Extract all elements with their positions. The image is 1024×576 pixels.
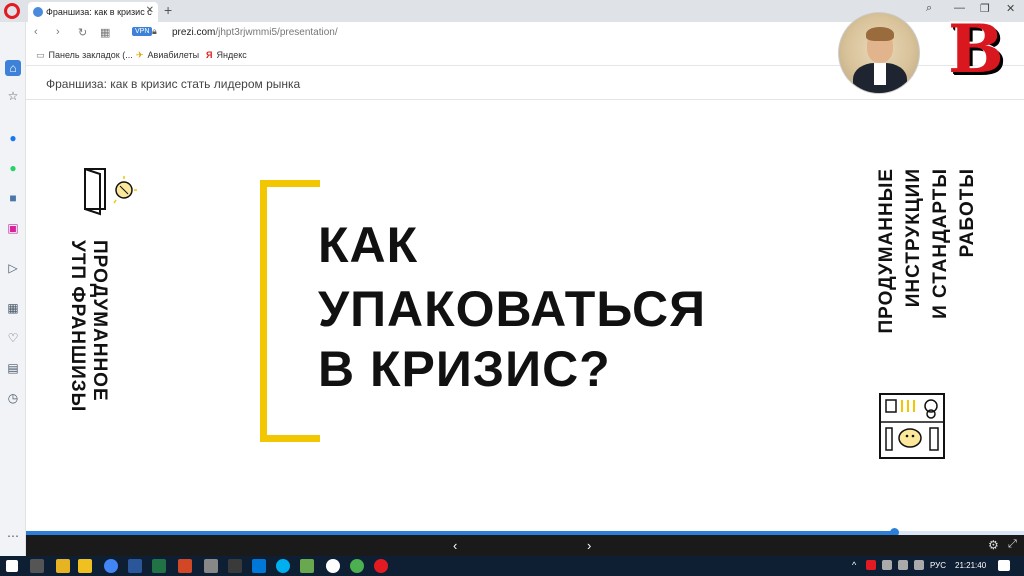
cloud-app-icon[interactable]	[326, 559, 340, 573]
next-slide-button[interactable]: ›	[587, 538, 591, 553]
bookmark-item[interactable]: ✈ Авиабилеты	[136, 50, 199, 61]
search-icon[interactable]: ⌕	[926, 2, 932, 15]
yandex-icon: Я	[206, 50, 213, 60]
url-field[interactable]: prezi.com/jhpt3rjwmmi5/presentation/	[172, 27, 338, 38]
left-caption: ПРОДУМАННОЕ УТП ФРАНШИЗЫ	[67, 240, 128, 455]
history-icon[interactable]: ◷	[5, 390, 21, 406]
chrome-icon[interactable]	[104, 559, 118, 573]
left-caption-line-2: УТП ФРАНШИЗЫ	[67, 240, 88, 413]
word-icon[interactable]	[128, 559, 142, 573]
start-windows-icon[interactable]	[6, 560, 18, 572]
url-host: prezi.com	[172, 27, 216, 38]
presenter-shirt	[874, 63, 886, 85]
file-explorer-icon[interactable]	[56, 559, 70, 573]
franchise-door-icon	[84, 168, 137, 216]
presentation-title: Франшиза: как в кризис стать лидером рын…	[46, 77, 301, 91]
vk-icon[interactable]: ■	[5, 190, 21, 206]
instagram-icon[interactable]: ▣	[5, 220, 21, 236]
presenter-hair	[866, 27, 894, 41]
bookmark-item[interactable]: ▭ Панель закладок (...	[36, 50, 133, 61]
taskbar-app-icon[interactable]	[350, 559, 364, 573]
settings-gear-icon[interactable]: ⚙	[988, 538, 999, 552]
browser-tab[interactable]: Франшиза: как в кризис с ✕	[28, 2, 158, 22]
keyboard-language[interactable]: РУС	[930, 561, 946, 570]
tab-title: Франшиза: как в кризис с	[46, 7, 152, 17]
skype-icon[interactable]	[276, 559, 290, 573]
news-icon[interactable]: ▤	[5, 360, 21, 376]
vpn-badge[interactable]: VPN	[132, 27, 153, 36]
prezi-favicon-icon	[33, 7, 43, 17]
windows-taskbar: ^ РУС 21:21:40	[0, 556, 1024, 576]
whatsapp-icon[interactable]: ●	[5, 160, 21, 176]
network-icon[interactable]	[898, 560, 908, 570]
brand-logo: B	[948, 10, 1004, 88]
messenger-icon[interactable]: ●	[5, 130, 21, 146]
yellow-bracket	[260, 180, 320, 442]
calculator-icon[interactable]	[204, 559, 218, 573]
powerpoint-icon[interactable]	[178, 559, 192, 573]
reload-icon[interactable]: ↻	[78, 26, 87, 39]
url-path: /jhpt3rjwmmi5/presentation/	[215, 27, 338, 38]
clock[interactable]: 21:21:40	[955, 561, 986, 570]
heart-icon[interactable]: ♡	[5, 330, 21, 346]
new-tab-button[interactable]: +	[164, 2, 172, 18]
opera-logo-icon[interactable]	[4, 3, 20, 19]
taskbar-app-icon[interactable]	[78, 559, 92, 573]
excel-icon[interactable]	[152, 559, 166, 573]
tab-close-icon[interactable]: ✕	[146, 5, 154, 16]
instructions-manual-icon	[879, 393, 945, 459]
forward-icon[interactable]: ›	[56, 26, 60, 38]
send-icon[interactable]: ▷	[5, 260, 21, 276]
notifications-icon[interactable]	[998, 560, 1010, 571]
bookmark-label: Авиабилеты	[147, 50, 200, 60]
brand-logo-letter: B	[948, 10, 1004, 88]
home-icon[interactable]: ⌂	[5, 60, 21, 76]
right-caption-line-2: ИНСТРУКЦИИ	[903, 168, 924, 308]
right-caption-line-4: РАБОТЫ	[957, 168, 978, 258]
apps-grid-icon[interactable]: ▦	[5, 300, 21, 316]
monitor-icon[interactable]	[252, 559, 266, 573]
webcam-overlay	[838, 12, 920, 94]
taskbar-app-icon[interactable]	[300, 559, 314, 573]
left-caption-line-1: ПРОДУМАННОЕ	[89, 240, 110, 402]
lock-icon[interactable]: 🔒︎	[152, 26, 157, 37]
bookmark-label: Панель закладок (...	[48, 50, 133, 60]
right-caption: ПРОДУМАННЫЕ ИНСТРУКЦИИ И СТАНДАРТЫ РАБОТ…	[876, 168, 981, 368]
tray-arrow-icon[interactable]: ^	[852, 560, 856, 570]
folder-icon: ▭	[36, 50, 45, 60]
headline-line-3: В КРИЗИС?	[318, 341, 611, 397]
close-window-icon[interactable]: ✕	[1006, 2, 1015, 15]
tray-app-icon[interactable]	[882, 560, 892, 570]
fullscreen-icon[interactable]: ⤢	[1008, 538, 1017, 551]
task-view-icon[interactable]	[30, 559, 44, 573]
bookmark-label: Яндекс	[216, 50, 247, 60]
star-icon[interactable]: ☆	[5, 88, 21, 104]
taskbar-app-icon[interactable]	[228, 559, 242, 573]
opera-taskbar-icon[interactable]	[374, 559, 388, 573]
headline-line-1: КАК	[318, 217, 419, 273]
bookmark-item[interactable]: Я Яндекс	[206, 50, 247, 60]
right-caption-line-3: И СТАНДАРТЫ	[930, 168, 951, 319]
more-icon[interactable]: ⋯	[5, 528, 21, 544]
back-icon[interactable]: ‹	[34, 26, 38, 38]
tray-app-icon[interactable]	[866, 560, 876, 570]
tabs-grid-icon[interactable]: ▦	[100, 26, 110, 39]
opera-sidebar: ⌂ ☆ ● ● ■ ▣ ▷ ▦ ♡ ▤ ◷ ⋯	[0, 22, 26, 556]
plane-icon: ✈	[136, 50, 144, 60]
presentation-nav-bar: ‹ › ⚙ ⤢	[26, 535, 1024, 556]
right-caption-line-1: ПРОДУМАННЫЕ	[876, 168, 897, 334]
volume-icon[interactable]	[914, 560, 924, 570]
previous-slide-button[interactable]: ‹	[453, 538, 457, 553]
headline-line-2: УПАКОВАТЬСЯ	[318, 281, 707, 337]
